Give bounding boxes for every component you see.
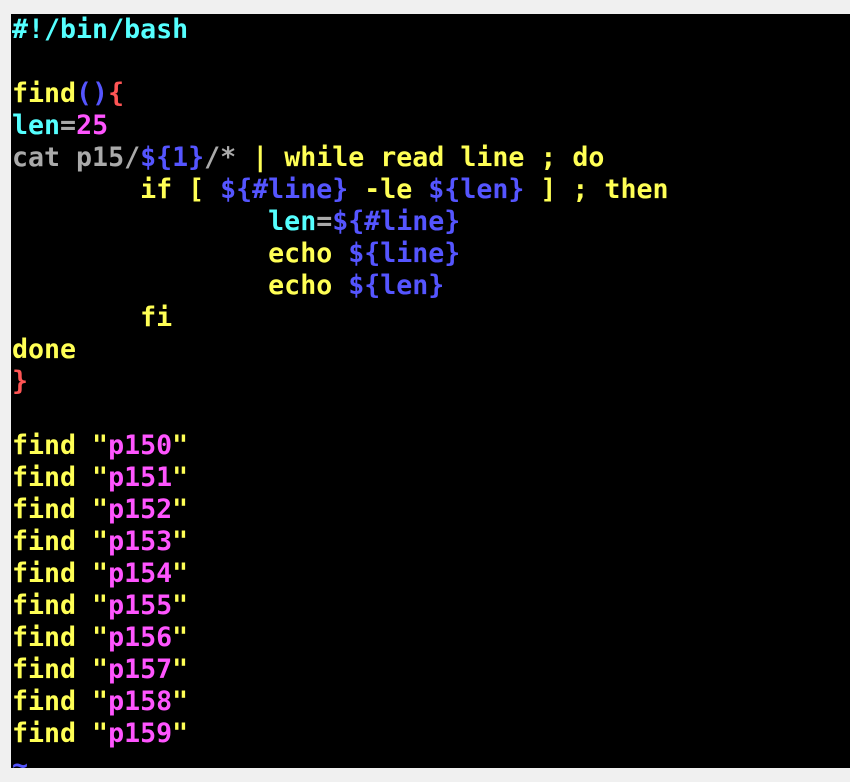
code-token: cat p15/ (12, 142, 141, 173)
code-token: } (12, 366, 29, 397)
code-line[interactable]: find "p157" (12, 654, 668, 686)
code-token: fi (12, 302, 173, 333)
code-token: () (76, 78, 109, 109)
vim-editor-buffer[interactable]: #!/bin/bash find(){len=25 cat p15/${1}/* |… (12, 14, 668, 782)
code-line[interactable]: find "p155" (12, 590, 668, 622)
code-token: " (172, 590, 189, 621)
code-line[interactable]: cat p15/${1}/* | while read line ; do (12, 142, 668, 174)
code-token: ] ; then (524, 174, 669, 205)
code-token: find " (12, 462, 109, 493)
code-line[interactable]: } (12, 366, 668, 398)
code-line[interactable]: find "p151" (12, 462, 668, 494)
code-token: #!/bin/bash (12, 14, 189, 45)
code-line[interactable]: find "p150" (12, 430, 668, 462)
code-token: ${1} (140, 142, 205, 173)
code-token: " (172, 654, 189, 685)
code-token: p159 (108, 718, 173, 749)
code-token: " (172, 430, 189, 461)
code-line[interactable]: find "p159" (12, 718, 668, 750)
code-token: find " (12, 526, 109, 557)
code-line[interactable]: fi (12, 302, 668, 334)
code-line[interactable]: echo ${line} (12, 238, 668, 270)
code-token: if [ (12, 174, 221, 205)
code-token: find " (12, 494, 109, 525)
code-token: ${line} (348, 238, 461, 269)
code-token: -le (348, 174, 429, 205)
code-token: " (172, 686, 189, 717)
code-token: p150 (108, 430, 173, 461)
code-token: /* (204, 142, 253, 173)
code-token: " (172, 718, 189, 749)
code-token: echo (12, 238, 349, 269)
code-token: p153 (108, 526, 173, 557)
code-token: len (12, 110, 61, 141)
code-token: { (108, 78, 125, 109)
code-token: find " (12, 558, 109, 589)
code-line[interactable]: #!/bin/bash (12, 14, 668, 46)
code-token: p157 (108, 654, 173, 685)
code-token: ${len} (348, 270, 445, 301)
code-token: p152 (108, 494, 173, 525)
code-token: p156 (108, 622, 173, 653)
code-line[interactable]: find "p153" (12, 526, 668, 558)
code-token: p158 (108, 686, 173, 717)
code-line[interactable]: len=${#line} (12, 206, 668, 238)
code-token: " (172, 494, 189, 525)
empty-line-tilde[interactable]: ~ (12, 750, 668, 782)
code-token: find " (12, 430, 109, 461)
code-line[interactable] (12, 46, 668, 78)
code-token: p155 (108, 590, 173, 621)
code-token: = (316, 206, 333, 237)
code-token: " (172, 558, 189, 589)
code-line[interactable]: done (12, 334, 668, 366)
code-token: " (172, 526, 189, 557)
code-line[interactable]: find "p156" (12, 622, 668, 654)
code-line[interactable]: if [ ${#line} -le ${len} ] ; then (12, 174, 668, 206)
code-line[interactable]: find "p154" (12, 558, 668, 590)
code-line[interactable]: find "p158" (12, 686, 668, 718)
code-line[interactable]: find "p152" (12, 494, 668, 526)
code-token: ${#line} (220, 174, 349, 205)
code-token: ${#line} (332, 206, 461, 237)
code-line[interactable] (12, 398, 668, 430)
code-token: | while read line ; do (252, 142, 605, 173)
code-token: " (172, 462, 189, 493)
code-line[interactable]: echo ${len} (12, 270, 668, 302)
code-token: find " (12, 590, 109, 621)
code-token: 25 (76, 110, 109, 141)
code-token: find (12, 78, 77, 109)
code-line[interactable]: len=25 (12, 110, 668, 142)
terminal-window[interactable]: #!/bin/bash find(){len=25 cat p15/${1}/* |… (11, 14, 850, 781)
code-token: find " (12, 718, 109, 749)
code-token: find " (12, 622, 109, 653)
code-token: echo (12, 270, 349, 301)
code-token: = (60, 110, 77, 141)
code-token: " (172, 622, 189, 653)
code-token: p151 (108, 462, 173, 493)
code-line[interactable]: find(){ (12, 78, 668, 110)
code-token: ~ (12, 750, 29, 781)
code-token: p154 (108, 558, 173, 589)
code-token: len (12, 206, 317, 237)
code-token: find " (12, 654, 109, 685)
code-token: ${len} (428, 174, 525, 205)
code-token: done (12, 334, 77, 365)
code-token: find " (12, 686, 109, 717)
